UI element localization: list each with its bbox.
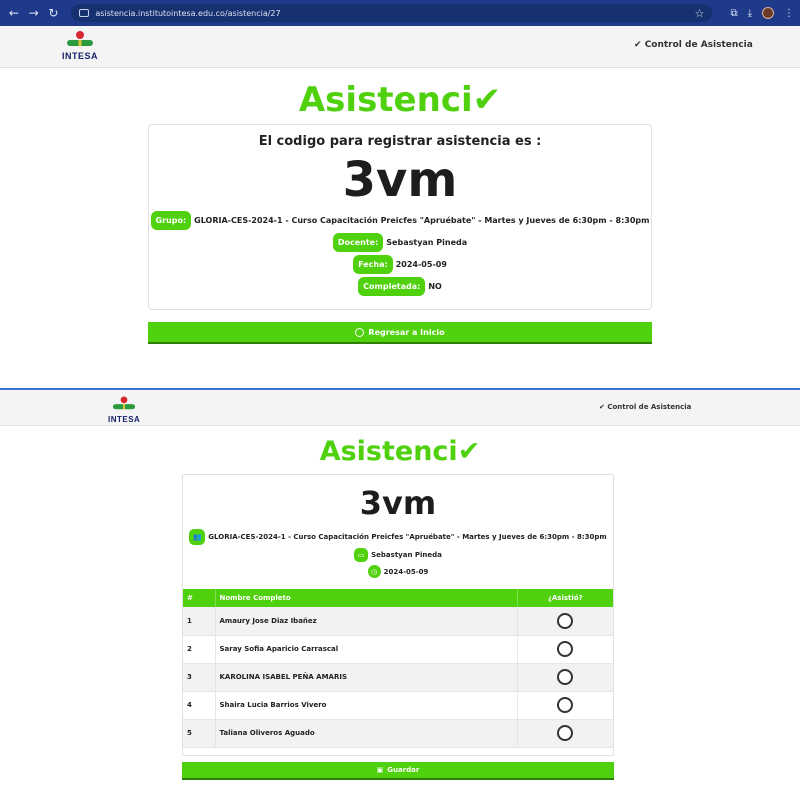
- completed-value: NO: [428, 282, 442, 291]
- attended-cell: [517, 719, 613, 748]
- page-title: Asistenci✔: [0, 80, 800, 120]
- save-button[interactable]: ▣ Guardar: [182, 762, 614, 780]
- back-button-label: Regresar a Inicio: [368, 327, 445, 337]
- group-value: GLORIA-CES-2024-1 - Curso Capacitación P…: [194, 216, 650, 225]
- header-num: #: [183, 589, 216, 607]
- clock-icon: ◷: [367, 565, 381, 578]
- nav-link-label: Control de Asistencia: [644, 40, 753, 50]
- date-value: 2024-05-09: [395, 260, 447, 269]
- url-text: asistencia.institutointesa.edu.co/asiste…: [95, 8, 281, 18]
- logo-wordmark: INTESA: [62, 51, 99, 61]
- download-icon[interactable]: ⤓: [748, 8, 752, 19]
- check-icon: ✔: [472, 80, 502, 120]
- extensions-icon[interactable]: ⧉: [730, 8, 737, 19]
- attended-radio[interactable]: [557, 669, 574, 685]
- code-subheading: El codigo para registrar asistencia es :: [258, 134, 542, 149]
- student-name: Amaury Jose Diaz Ibañez: [215, 607, 518, 636]
- page-title-2: Asistenci✔: [0, 436, 800, 467]
- row-number: 3: [183, 663, 216, 692]
- menu-kebab-icon[interactable]: ⋮: [784, 8, 794, 19]
- table-row: 3 KAROLINA ISABEL PEÑA AMARIS: [183, 663, 613, 692]
- logo-emblem-2: [113, 396, 136, 414]
- attendance-code: 3vm: [342, 152, 458, 208]
- table-row: 4 Shaira Lucia Barrios Vivero: [183, 691, 613, 720]
- intesa-logo[interactable]: INTESA: [62, 31, 98, 61]
- check-icon-2: ✔: [457, 436, 481, 467]
- floppy-disk-icon: ▣: [376, 766, 384, 774]
- users-icon: 👥: [189, 529, 206, 545]
- teacher-label-pill: Docente:: [332, 233, 384, 252]
- student-name: Saray Sofia Aparicio Carrascal: [215, 635, 518, 664]
- row-number: 1: [183, 607, 216, 636]
- date-row-2: ◷ 2024-05-09: [183, 565, 613, 578]
- attendance-table: # Nombre Completo ¿Asistió? 1 Amaury Jos…: [183, 589, 613, 748]
- attended-cell: [517, 607, 613, 636]
- teacher-value: Sebastyan Pineda: [386, 238, 468, 247]
- teacher-row-2: ▭ Sebastyan Pineda: [183, 548, 613, 562]
- student-name: Taliana Oliveros Aguado: [215, 719, 518, 748]
- teacher-row: Docente: Sebastyan Pineda: [149, 233, 651, 252]
- reload-icon[interactable]: ↻: [46, 5, 62, 21]
- save-button-label: Guardar: [387, 766, 420, 774]
- attended-cell: [517, 691, 613, 720]
- chalkboard-teacher-icon: ▭: [354, 548, 369, 562]
- double-check-icon-2: ✔: [599, 403, 605, 411]
- back-arrow-icon[interactable]: ←: [6, 5, 22, 21]
- attendance-code-card: El codigo para registrar asistencia es :…: [148, 124, 652, 310]
- group-label-pill: Grupo:: [150, 211, 192, 230]
- page-title-text: Asistenci: [298, 80, 473, 120]
- site-info-icon[interactable]: [79, 9, 90, 17]
- intesa-logo-2[interactable]: INTESA: [108, 395, 140, 424]
- attended-radio[interactable]: [557, 641, 574, 657]
- group-value-2: GLORIA-CES-2024-1 - Curso Capacitación P…: [208, 533, 607, 541]
- date-label-pill: Fecha:: [353, 255, 393, 274]
- attended-cell: [517, 635, 613, 664]
- header-name: Nombre Completo: [215, 589, 518, 607]
- address-bar[interactable]: asistencia.institutointesa.edu.co/asiste…: [71, 4, 713, 22]
- forward-arrow-icon[interactable]: →: [26, 5, 42, 21]
- attended-cell: [517, 663, 613, 692]
- table-row: 5 Taliana Oliveros Aguado: [183, 719, 613, 748]
- app-navbar-2: INTESA ✔ Control de Asistencia: [0, 390, 800, 426]
- attendance-code-2: 3vm: [359, 484, 437, 522]
- attendance-list-card: 3vm 👥 GLORIA-CES-2024-1 - Curso Capacita…: [182, 474, 614, 756]
- table-row: 1 Amaury Jose Diaz Ibañez: [183, 607, 613, 636]
- bookmark-star-icon[interactable]: ☆: [695, 7, 705, 20]
- group-row: Grupo: GLORIA-CES-2024-1 - Curso Capacit…: [149, 211, 651, 230]
- completed-label-pill: Completada:: [358, 277, 426, 296]
- date-row: Fecha: 2024-05-09: [149, 255, 651, 274]
- nav-link-label-2: Control de Asistencia: [607, 403, 692, 411]
- table-row: 2 Saray Sofia Aparicio Carrascal: [183, 635, 613, 664]
- table-header-row: # Nombre Completo ¿Asistió?: [183, 589, 613, 607]
- attended-radio[interactable]: [557, 612, 574, 629]
- back-to-home-button[interactable]: Regresar a Inicio: [148, 322, 652, 344]
- circle-arrow-left-icon: [355, 327, 365, 337]
- student-name: Shaira Lucia Barrios Vivero: [215, 691, 518, 720]
- nav-control-asistencia-2[interactable]: ✔ Control de Asistencia: [599, 403, 691, 411]
- row-number: 4: [183, 691, 216, 720]
- nav-control-asistencia[interactable]: ✔ Control de Asistencia: [634, 40, 753, 50]
- browser-toolbar: ← → ↻ asistencia.institutointesa.edu.co/…: [0, 0, 800, 26]
- teacher-value-2: Sebastyan Pineda: [371, 551, 442, 559]
- profile-avatar[interactable]: [762, 7, 775, 19]
- attendance-table-wrapper: # Nombre Completo ¿Asistió? 1 Amaury Jos…: [183, 589, 613, 748]
- row-number: 5: [183, 719, 216, 748]
- group-row-2: 👥 GLORIA-CES-2024-1 - Curso Capacitación…: [183, 529, 613, 545]
- attended-radio[interactable]: [557, 697, 574, 713]
- completed-row: Completada: NO: [149, 277, 651, 296]
- row-number: 2: [183, 635, 216, 664]
- logo-emblem: [67, 31, 93, 51]
- date-value-2: 2024-05-09: [383, 567, 429, 576]
- app-navbar: INTESA ✔ Control de Asistencia: [0, 26, 800, 68]
- page-title-text-2: Asistenci: [319, 436, 458, 467]
- double-check-icon: ✔: [634, 40, 642, 50]
- logo-wordmark-2: INTESA: [108, 415, 141, 424]
- student-name: KAROLINA ISABEL PEÑA AMARIS: [215, 663, 518, 692]
- header-attended: ¿Asistió?: [517, 589, 613, 607]
- attended-radio[interactable]: [557, 725, 574, 741]
